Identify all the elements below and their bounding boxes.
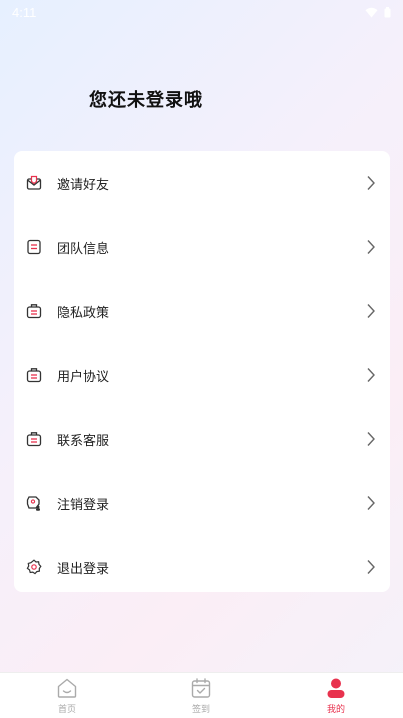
- menu-item-logout[interactable]: 退出登录: [14, 535, 390, 599]
- menu-item-user-agreement[interactable]: 用户协议: [14, 343, 390, 407]
- status-bar: 4:11: [0, 0, 403, 24]
- user-icon: [327, 678, 345, 698]
- wifi-icon: [365, 7, 378, 17]
- menu-item-label: 注销登录: [57, 497, 110, 513]
- chevron-right-icon: [367, 368, 375, 382]
- briefcase-icon: [26, 432, 42, 447]
- user-remove-icon: [26, 496, 40, 511]
- chevron-right-icon: [367, 496, 375, 510]
- document-icon: [27, 239, 41, 255]
- menu-item-delete-account[interactable]: 注销登录: [14, 471, 390, 535]
- menu-item-label: 用户协议: [57, 369, 110, 385]
- bottom-nav: 首页 签到 我的: [0, 672, 403, 718]
- chevron-right-icon: [367, 304, 375, 318]
- home-icon: [57, 678, 77, 698]
- status-time: 4:11: [12, 4, 37, 20]
- menu-item-label: 退出登录: [57, 561, 110, 577]
- chevron-right-icon: [367, 560, 375, 574]
- gear-icon: [26, 559, 42, 575]
- nav-item-mine[interactable]: 我的: [306, 677, 366, 717]
- chevron-right-icon: [367, 240, 375, 254]
- menu-item-label: 联系客服: [57, 433, 110, 449]
- nav-label: 首页: [57, 705, 76, 715]
- menu-item-privacy-policy[interactable]: 隐私政策: [14, 279, 390, 343]
- chevron-right-icon: [367, 432, 375, 446]
- menu-card: 邀请好友 团队信息 隐私政策 用户协议 联系客服 注销登录 退出登录: [14, 151, 390, 592]
- login-prompt[interactable]: 您还未登录哦: [89, 86, 203, 112]
- status-icons: [365, 6, 391, 18]
- menu-item-label: 隐私政策: [57, 305, 110, 321]
- battery-icon: [384, 6, 391, 17]
- menu-item-label: 团队信息: [57, 241, 110, 257]
- nav-label: 我的: [326, 705, 345, 715]
- envelope-icon: [26, 175, 42, 190]
- menu-item-team-info[interactable]: 团队信息: [14, 215, 390, 279]
- calendar-check-icon: [191, 678, 211, 698]
- chevron-right-icon: [367, 176, 375, 190]
- nav-label: 签到: [191, 705, 210, 715]
- briefcase-icon: [26, 368, 42, 383]
- menu-item-contact-support[interactable]: 联系客服: [14, 407, 390, 471]
- menu-item-invite-friends[interactable]: 邀请好友: [14, 151, 390, 215]
- menu-item-label: 邀请好友: [57, 177, 110, 193]
- nav-item-checkin[interactable]: 签到: [171, 677, 231, 717]
- nav-item-home[interactable]: 首页: [37, 677, 97, 717]
- briefcase-icon: [26, 304, 42, 319]
